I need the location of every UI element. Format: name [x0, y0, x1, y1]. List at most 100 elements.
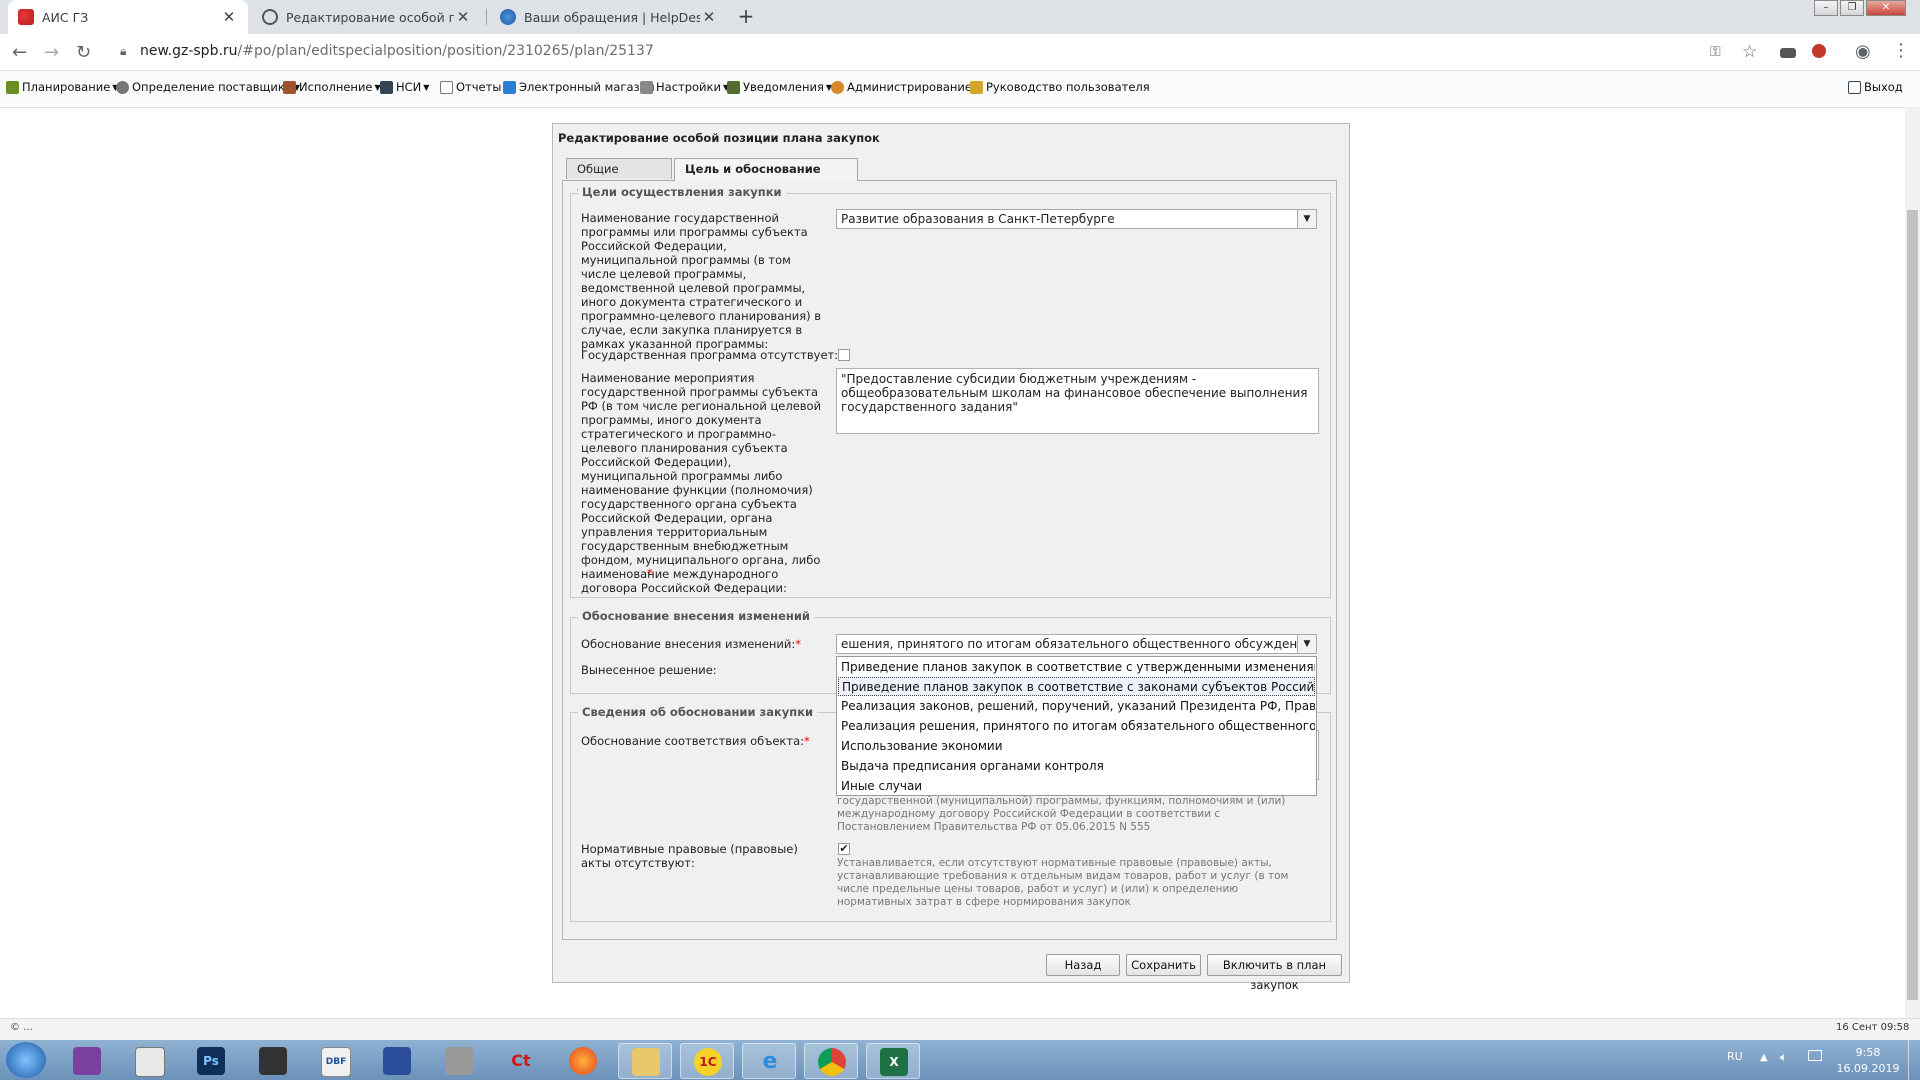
tray-arrow-icon[interactable]: ▲	[1760, 1052, 1768, 1063]
tab-title: АИС ГЗ	[42, 9, 89, 25]
dropdown-option[interactable]: Использование экономии	[838, 737, 1315, 756]
network-icon[interactable]	[1808, 1050, 1822, 1061]
caret-down-icon: ▼	[423, 82, 430, 92]
dropdown-option[interactable]: Приведение планов закупок в соответствие…	[838, 677, 1315, 696]
taskbar-app-4[interactable]	[246, 1043, 300, 1079]
close-tab-icon[interactable]: ✕	[700, 8, 718, 26]
event-label: Наименование мероприятия государственной…	[581, 371, 822, 595]
new-tab-plus-icon[interactable]: +	[734, 5, 758, 29]
url-bar[interactable]: 🔒︎ new.gz-spb.ru/#po/plan/editspecialpos…	[110, 40, 1720, 64]
extension-red-icon[interactable]	[1812, 44, 1826, 58]
clock-time[interactable]: 9:58	[1838, 1046, 1898, 1059]
dropdown-option[interactable]: Реализация решения, принятого по итогам …	[838, 717, 1315, 736]
tab-purpose-justification[interactable]: Цель и обоснование закупки	[674, 158, 858, 196]
language-indicator[interactable]: RU	[1727, 1050, 1743, 1063]
menu-settings[interactable]: Настройки▼	[640, 80, 729, 94]
menu-supplier[interactable]: Определение поставщика ▼	[116, 80, 300, 94]
menu-nsi[interactable]: НСИ ▼	[380, 80, 429, 94]
close-window-button[interactable]: ✕	[1866, 0, 1906, 16]
user-icon	[831, 80, 844, 94]
taskbar-explorer[interactable]	[618, 1043, 672, 1079]
status-datetime: 16 Сент 09:58	[1836, 1022, 1910, 1033]
reload-icon[interactable]: ↻	[76, 42, 91, 63]
reason-select[interactable]: ешения, принятого по итогам обязательног…	[836, 634, 1317, 654]
required-marker: *	[647, 566, 653, 580]
conform-label: Обоснование соответствия объекта:*	[581, 734, 810, 748]
status-bar	[0, 1018, 1920, 1041]
dropdown-option[interactable]: Выдача предписания органами контроля	[838, 757, 1315, 776]
reason-label: Обоснование внесения изменений:*	[581, 637, 801, 651]
profile-icon[interactable]: ◉	[1855, 41, 1871, 62]
dropdown-option[interactable]: Реализация законов, решений, поручений, …	[838, 697, 1315, 716]
tab-separator	[486, 9, 487, 25]
chevron-down-icon[interactable]: ▼	[1297, 635, 1316, 653]
floppy-disk-icon	[383, 1047, 411, 1075]
key-icon[interactable]: ⚿	[1710, 44, 1721, 60]
taskbar-app-6[interactable]	[370, 1043, 424, 1079]
execution-icon	[283, 80, 296, 94]
acts-checkbox[interactable]: ✔	[838, 843, 850, 855]
save-button[interactable]: Сохранить	[1126, 954, 1201, 976]
program-select[interactable]: Развитие образования в Санкт-Петербурге …	[836, 209, 1317, 229]
menu-admin[interactable]: Администрирование▼	[831, 80, 980, 94]
menu-notifications[interactable]: Уведомления ▼	[727, 80, 832, 94]
no-program-checkbox[interactable]	[838, 349, 850, 361]
taskbar-chrome[interactable]	[804, 1043, 858, 1079]
taskbar-app-5[interactable]: DBF	[308, 1043, 362, 1079]
logout-icon	[1848, 80, 1861, 94]
change-reason-legend: Обоснование внесения изменений	[578, 609, 814, 623]
menu-planning[interactable]: Планирование▼	[6, 80, 118, 94]
taskbar-firefox[interactable]	[556, 1043, 610, 1079]
no-program-label: Государственная программа отсутствует:	[581, 348, 839, 362]
taskbar-app-2[interactable]	[122, 1043, 176, 1079]
url-path: /#po/plan/editspecialposition/position/2…	[237, 43, 654, 59]
scrollbar-thumb[interactable]	[1907, 210, 1918, 1000]
taskbar-app-8[interactable]: Ct	[494, 1043, 548, 1079]
minimize-window-button[interactable]: –	[1814, 0, 1838, 16]
taskbar-ie[interactable]: e	[742, 1043, 796, 1079]
tab-title: Редактирование особой позиц	[286, 9, 454, 25]
start-button-icon[interactable]	[6, 1042, 46, 1078]
acts-label: Нормативные правовые (правовые) акты отс…	[581, 842, 798, 870]
menu-eshop[interactable]: Электронный магазин	[503, 80, 655, 94]
taskbar-photoshop[interactable]: Ps	[184, 1043, 238, 1079]
clock-date[interactable]: 16.09.2019	[1832, 1062, 1904, 1075]
reason-dropdown-list: Приведение планов закупок в соответствие…	[836, 656, 1317, 796]
taskbar-1c[interactable]: 1C	[680, 1043, 734, 1079]
back-button[interactable]: Назад	[1046, 954, 1120, 976]
chevron-down-icon[interactable]: ▼	[1297, 210, 1316, 228]
close-tab-icon[interactable]: ✕	[454, 8, 472, 26]
event-textarea[interactable]: "Предоставление субсидии бюджетным учреж…	[836, 368, 1319, 434]
dropdown-option[interactable]: Приведение планов закупок в соответствие…	[838, 658, 1315, 677]
lock-icon: 🔒︎	[120, 44, 127, 58]
menu-execution[interactable]: Исполнение ▼	[283, 80, 381, 94]
logout-link[interactable]: Выход	[1848, 80, 1903, 94]
notification-icon	[727, 80, 740, 94]
extension-icon[interactable]	[1780, 48, 1796, 58]
browser-tab-ais[interactable]: АИС ГЗ ✕	[8, 0, 248, 34]
taskbar-excel[interactable]: X	[866, 1043, 920, 1079]
taskbar-app-1[interactable]	[60, 1043, 114, 1079]
maximize-window-button[interactable]: ❐	[1840, 0, 1864, 16]
excel-icon: X	[880, 1048, 908, 1076]
dbf-file-icon: DBF	[321, 1047, 351, 1077]
taskbar-app-7[interactable]	[432, 1043, 486, 1079]
media-app-icon	[73, 1047, 101, 1075]
browser-tab-edit[interactable]: Редактирование особой позиц ✕	[252, 0, 482, 34]
url-host: new.gz-spb.ru	[140, 43, 238, 59]
star-icon[interactable]: ☆	[1742, 42, 1757, 62]
back-arrow-icon[interactable]: ←	[12, 42, 27, 63]
chrome-menu-icon[interactable]: ⋮	[1892, 40, 1910, 61]
menu-user-guide[interactable]: Руководство пользователя	[970, 80, 1150, 94]
required-marker: *	[804, 734, 810, 748]
browser-tab-helpdesk[interactable]: Ваши обращения | HelpDesk - с ✕	[490, 0, 728, 34]
dropdown-option[interactable]: Иные случаи	[838, 777, 1315, 796]
show-desktop-button[interactable]	[1908, 1040, 1920, 1080]
tab-general-info[interactable]: Общие сведения	[566, 158, 672, 196]
include-in-plan-button[interactable]: Включить в план закупок	[1207, 954, 1342, 992]
conform-hint: государственной (муниципальной) программ…	[837, 795, 1286, 833]
menu-reports[interactable]: Отчеты	[440, 80, 501, 94]
forward-arrow-icon[interactable]: →	[44, 42, 59, 63]
close-tab-icon[interactable]: ✕	[220, 8, 238, 26]
volume-icon[interactable]: 🔈︎	[1780, 1050, 1787, 1065]
